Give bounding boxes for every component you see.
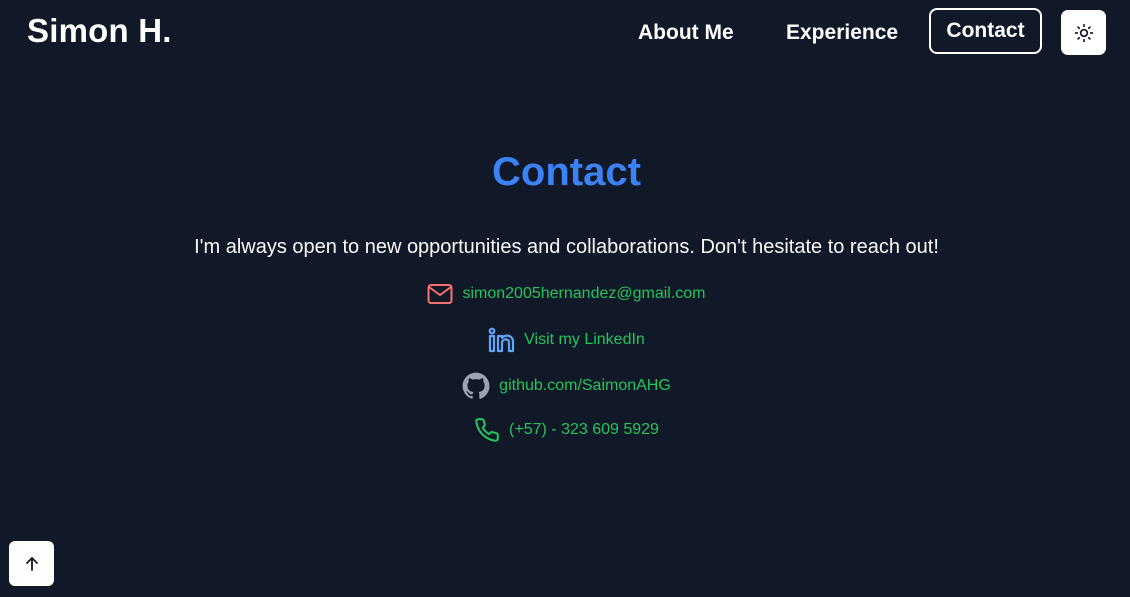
scroll-to-top-button[interactable] [9,541,54,586]
site-header: Simon H. About Me Experience Contact [0,0,1130,66]
theme-toggle-button[interactable] [1061,10,1106,55]
nav-about-me[interactable]: About Me [638,21,734,45]
page: Simon H. About Me Experience Contact Con… [0,0,1130,597]
contact-phone-item: (+57) - 323 609 5929 [0,417,1130,443]
nav-contact[interactable]: Contact [929,8,1042,54]
github-link[interactable]: github.com/SaimonAHG [499,377,671,395]
contact-github-item: github.com/SaimonAHG [0,372,1130,400]
contact-email-item: simon2005hernandez@gmail.com [0,283,1130,305]
contact-linkedin-item: Visit my LinkedIn [0,327,1130,353]
linkedin-icon [488,327,515,353]
phone-link[interactable]: (+57) - 323 609 5929 [509,421,659,439]
brand-logo[interactable]: Simon H. [27,12,172,50]
arrow-up-icon [24,556,40,572]
nav-experience[interactable]: Experience [786,21,898,45]
contact-intro: I'm always open to new opportunities and… [194,236,939,258]
email-link[interactable]: simon2005hernandez@gmail.com [462,285,705,303]
phone-icon [474,417,500,443]
mail-icon [427,283,453,305]
section-title: Contact [492,150,641,194]
linkedin-link[interactable]: Visit my LinkedIn [524,331,645,349]
github-icon [462,372,490,400]
sun-icon [1074,23,1094,43]
